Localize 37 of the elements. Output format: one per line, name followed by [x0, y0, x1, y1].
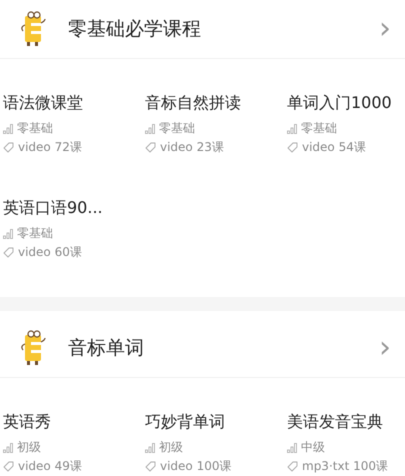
course-title[interactable]: 英语秀 — [3, 412, 145, 433]
course-format: video 100课 — [160, 458, 232, 475]
course-level: 零基础 — [301, 120, 337, 137]
course-format: video 49课 — [18, 458, 82, 475]
tag-icon — [3, 247, 14, 258]
course-level: 中级 — [301, 439, 325, 456]
course-title[interactable]: 音标自然拼读 — [145, 93, 287, 114]
signal-level-icon — [287, 442, 297, 452]
signal-level-icon — [145, 124, 155, 134]
course-format: video 60课 — [18, 244, 82, 261]
signal-level-icon — [3, 124, 13, 134]
course-level: 零基础 — [17, 225, 53, 242]
signal-level-icon — [287, 124, 297, 134]
course-title[interactable]: 语法微课堂 — [3, 93, 145, 114]
course-title[interactable]: 单词入门1000 — [287, 93, 405, 114]
tag-icon — [287, 461, 298, 472]
course-level: 初级 — [159, 439, 183, 456]
course-level: 零基础 — [17, 120, 53, 137]
tag-icon — [287, 142, 298, 153]
tag-icon — [145, 142, 156, 153]
course-title[interactable]: 英语口语90... — [3, 198, 145, 219]
course-format: video 54课 — [302, 139, 366, 156]
course-level: 零基础 — [159, 120, 195, 137]
tag-icon — [145, 461, 156, 472]
course-format: mp3·txt 100课 — [302, 458, 388, 475]
tag-icon — [3, 461, 14, 472]
course-title[interactable]: 美语发音宝典 — [287, 412, 405, 433]
section-title: 音标单词 — [68, 336, 145, 361]
section-title: 零基础必学课程 — [68, 17, 202, 42]
course-title[interactable]: 巧妙背单词 — [145, 412, 287, 433]
signal-level-icon — [145, 442, 155, 452]
course-format: video 23课 — [160, 139, 224, 156]
course-format: video 72课 — [18, 139, 82, 156]
course-level: 初级 — [17, 439, 41, 456]
signal-level-icon — [3, 228, 13, 238]
signal-level-icon — [3, 442, 13, 452]
tag-icon — [3, 142, 14, 153]
